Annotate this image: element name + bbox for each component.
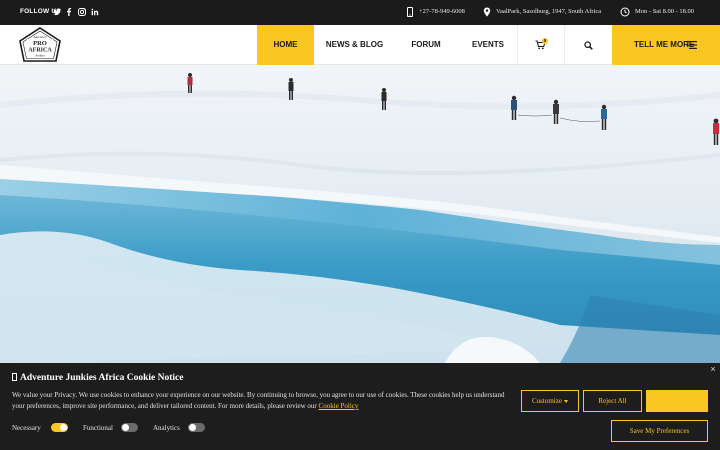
twitter-icon[interactable]: [52, 7, 62, 17]
linkedin-icon[interactable]: [90, 7, 100, 17]
facebook-icon[interactable]: [64, 7, 74, 17]
cart-count-badge: 0: [542, 38, 548, 44]
cookie-policy-link[interactable]: Cookie Policy: [319, 402, 359, 410]
toggle-analytics-label: Analytics: [153, 424, 180, 432]
tell-me-more-button[interactable]: TELL ME MORE: [612, 25, 720, 65]
top-bar: FOLLOW US +27-78-949-6008 VaalPark, Saso…: [0, 0, 720, 25]
cart-button[interactable]: 0: [518, 25, 565, 65]
svg-text:Junkies: Junkies: [35, 54, 45, 58]
svg-text:PRO: PRO: [33, 40, 47, 47]
address-text: VaalPark, Sasolburg, 1947, South Africa: [496, 8, 602, 15]
nav-news-blog[interactable]: NEWS & BLOG: [318, 25, 391, 65]
nav-events[interactable]: EVENTS: [462, 25, 514, 65]
clock-icon: [620, 7, 630, 17]
hero-image: [0, 65, 720, 363]
analytics-switch[interactable]: [188, 423, 205, 432]
cookie-title: Adventure Junkies Africa Cookie Notice: [12, 373, 183, 383]
nav-forum[interactable]: FORUM: [400, 25, 452, 65]
search-icon: [584, 41, 593, 50]
instagram-icon[interactable]: [77, 7, 87, 17]
cookie-description: We value your Privacy. We use cookies to…: [12, 391, 505, 410]
switch-knob: [189, 424, 196, 431]
location-pin-icon: [483, 7, 491, 17]
toggle-analytics[interactable]: Analytics: [153, 423, 213, 435]
chevron-down-icon: [563, 399, 568, 403]
phone-icon: [407, 7, 413, 17]
customize-button[interactable]: Customize: [521, 390, 579, 412]
switch-knob: [122, 424, 129, 431]
toggle-functional[interactable]: Functional: [83, 423, 143, 435]
switch-knob: [60, 424, 67, 431]
main-nav: Adventure PRO AFRICA Junkies HOME NEWS &…: [0, 25, 720, 65]
toggle-necessary[interactable]: Necessary: [12, 423, 72, 435]
toggle-functional-label: Functional: [83, 424, 113, 432]
functional-switch[interactable]: [121, 423, 138, 432]
reject-all-button[interactable]: Reject All: [583, 390, 642, 412]
save-preferences-button[interactable]: Save My Preferences: [611, 420, 708, 442]
nav-home[interactable]: HOME: [257, 25, 314, 65]
svg-text:Adventure: Adventure: [33, 35, 48, 39]
hours-text: Mon - Sat 8.00 - 18.00: [635, 8, 695, 15]
cookie-notice: × Adventure Junkies Africa Cookie Notice…: [0, 363, 720, 450]
search-button[interactable]: [565, 25, 612, 65]
hamburger-menu-icon: [685, 41, 697, 49]
hours-info: Mon - Sat 8.00 - 18.00: [620, 6, 710, 18]
cookie-glyph-icon: [12, 373, 17, 381]
necessary-switch[interactable]: [51, 423, 68, 432]
address-info: VaalPark, Sasolburg, 1947, South Africa: [483, 6, 613, 18]
close-icon[interactable]: ×: [708, 364, 718, 374]
toggle-necessary-label: Necessary: [12, 424, 41, 432]
phone-number: +27-78-949-6008: [419, 8, 465, 15]
accept-all-button[interactable]: Accept All: [646, 390, 708, 412]
site-logo[interactable]: Adventure PRO AFRICA Junkies: [18, 27, 62, 63]
